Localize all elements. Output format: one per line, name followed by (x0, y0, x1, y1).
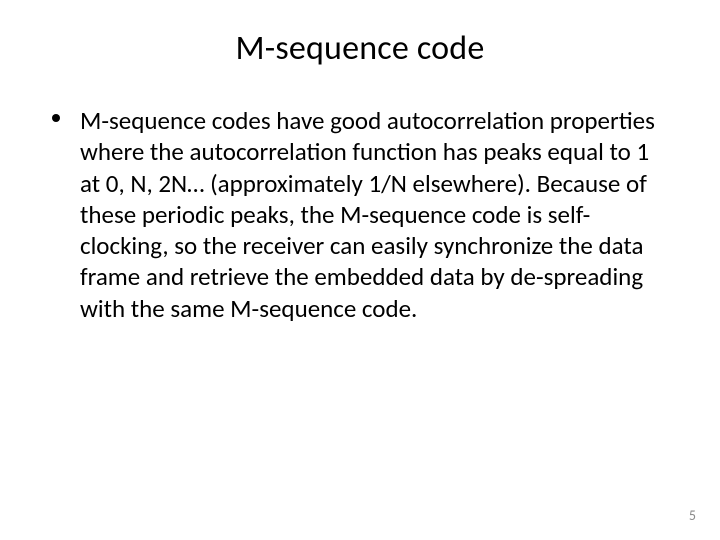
page-number: 5 (689, 507, 696, 524)
bullet-text: M-sequence codes have good autocorrelati… (80, 105, 655, 324)
slide-body: M-sequence codes have good autocorrelati… (48, 105, 672, 324)
list-item: M-sequence codes have good autocorrelati… (52, 105, 672, 324)
bullet-icon (52, 114, 60, 122)
slide: M-sequence code M-sequence codes have go… (0, 0, 720, 540)
slide-title: M-sequence code (48, 28, 672, 69)
bullet-list: M-sequence codes have good autocorrelati… (52, 105, 672, 324)
